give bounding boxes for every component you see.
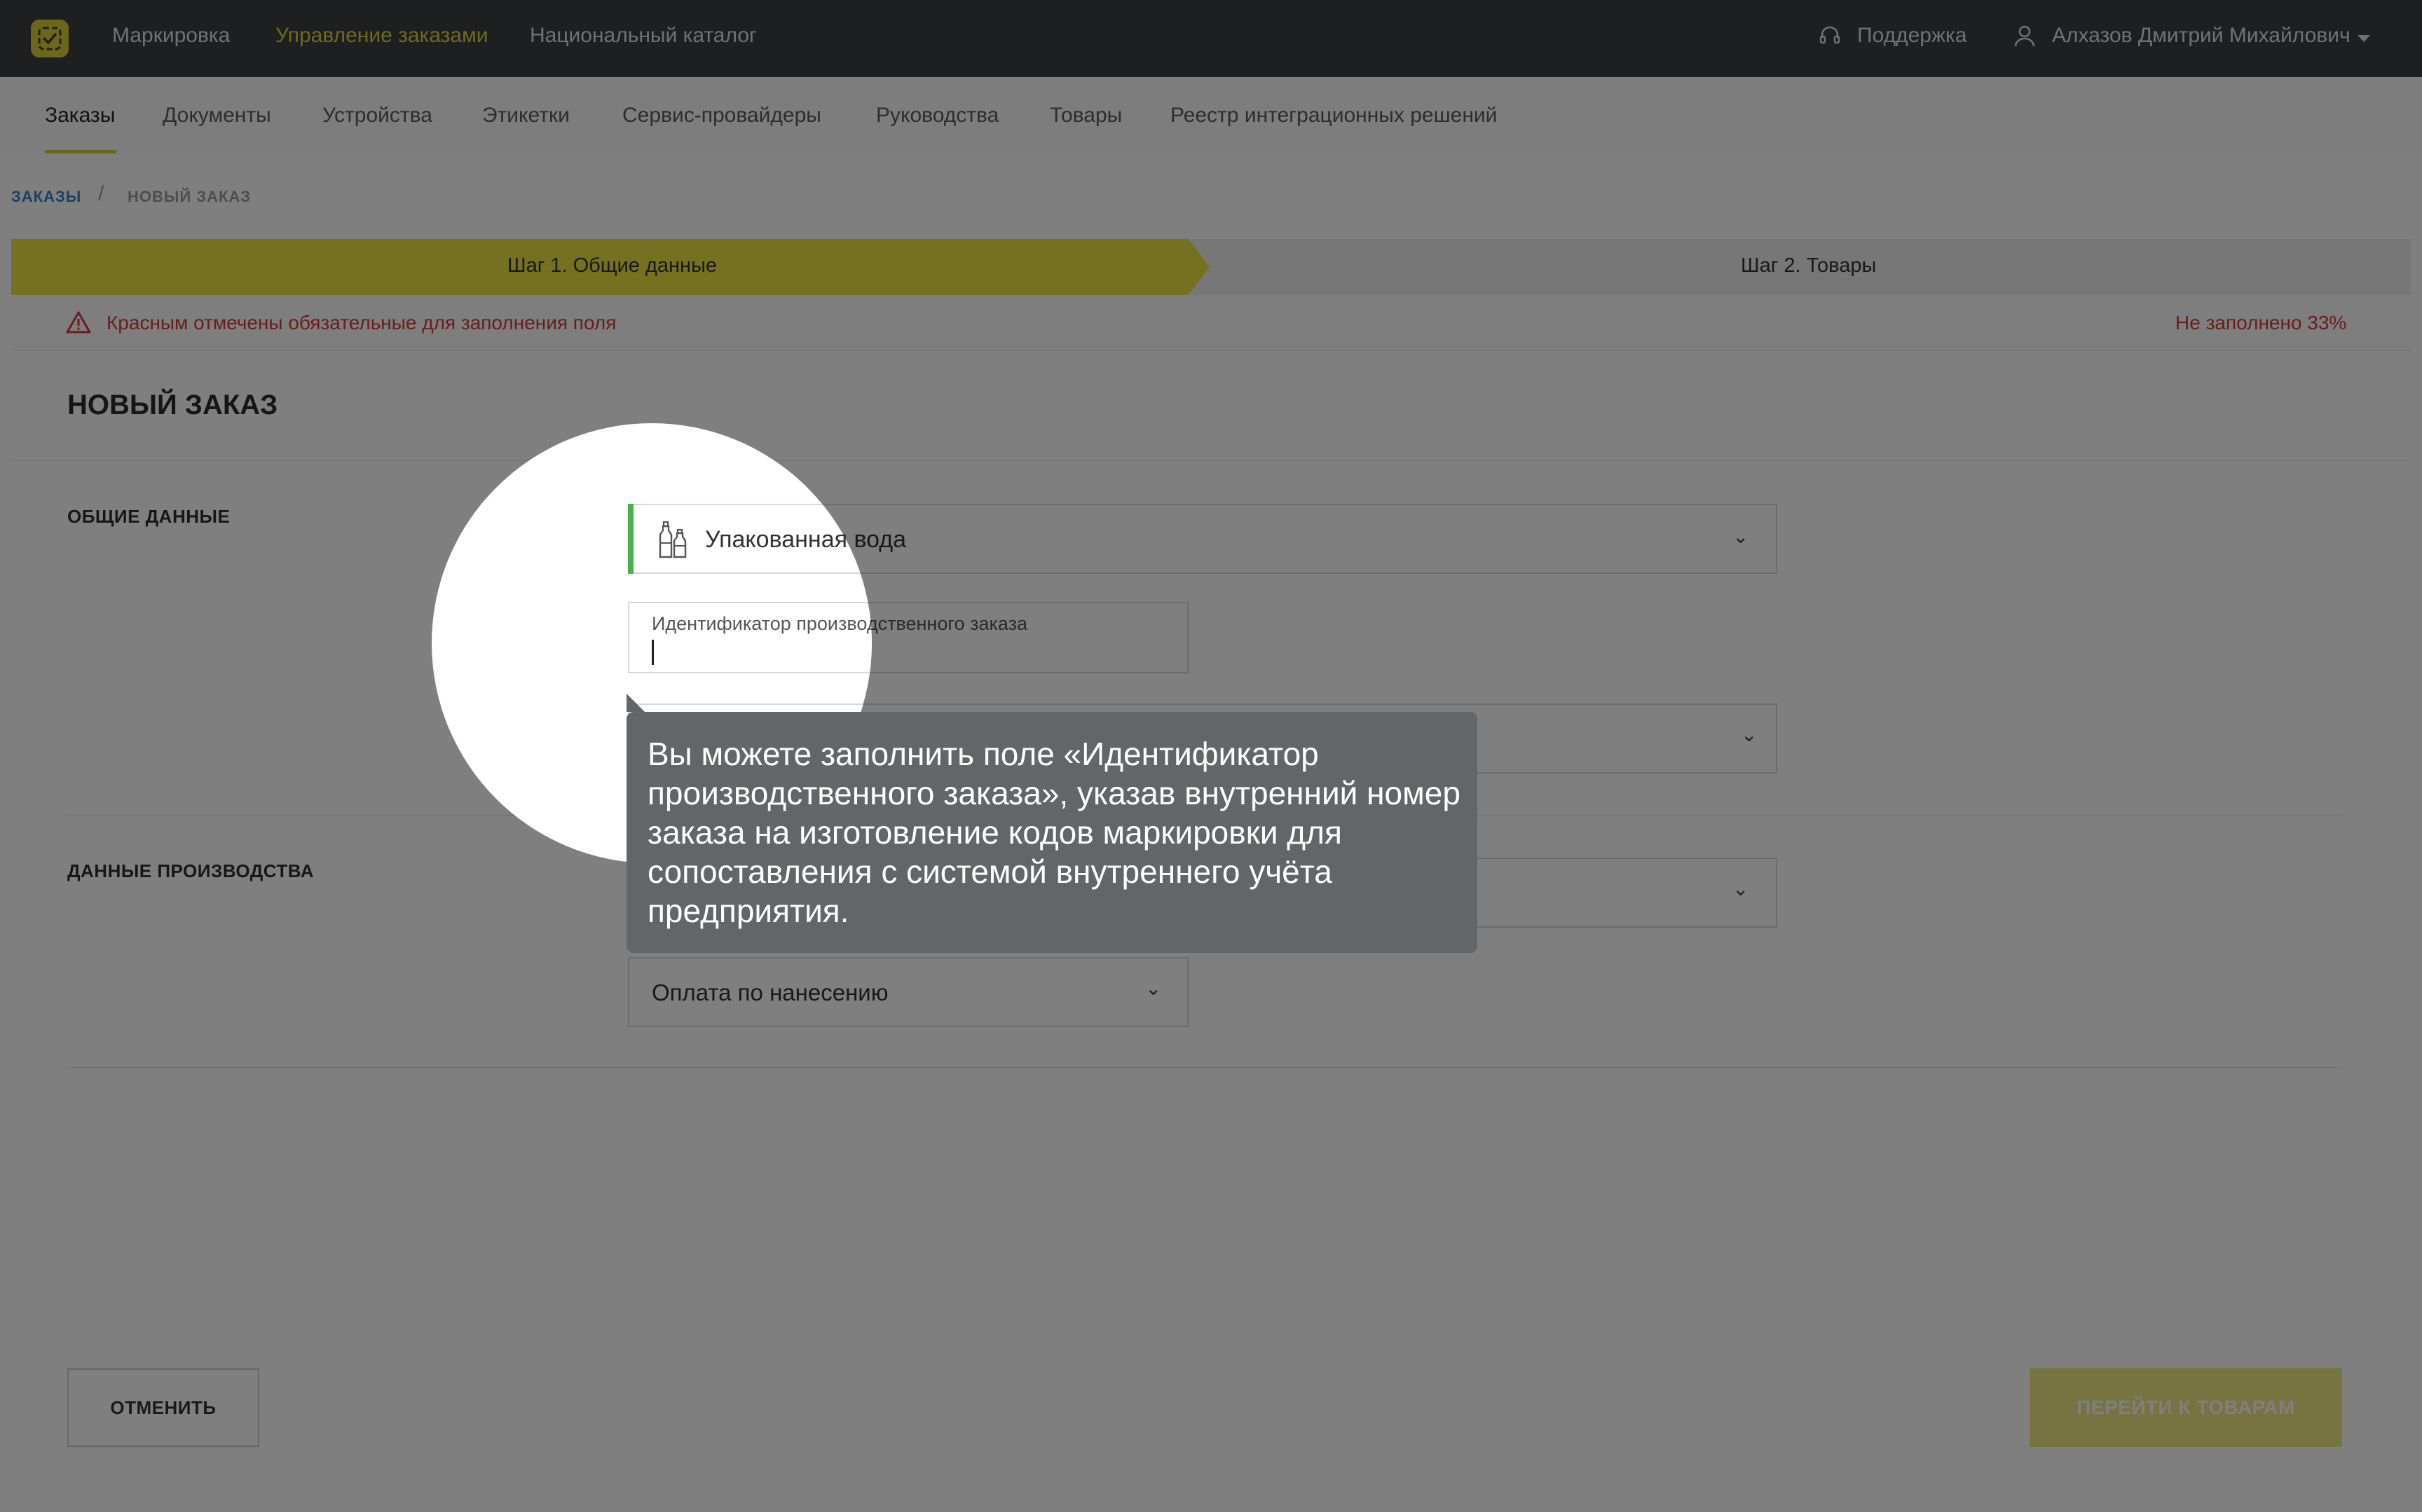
field-valid-indicator <box>628 504 634 574</box>
onboarding-tooltip[interactable]: Вы можете заполнить поле «Идентификатор … <box>627 712 1477 953</box>
production-order-id-field-highlight: Идентификатор производственного заказа <box>628 602 872 673</box>
tooltip-text: Вы можете заполнить поле «Идентификатор … <box>648 736 1460 929</box>
text-cursor <box>652 640 654 665</box>
water-bottles-icon <box>657 519 691 563</box>
tooltip-pointer <box>627 694 645 712</box>
product-group-value: Упакованная вода <box>705 526 872 553</box>
production-order-id-label: Идентификатор производственного заказа <box>652 613 872 634</box>
product-group-select-highlight: Упакованная вода <box>628 504 872 574</box>
